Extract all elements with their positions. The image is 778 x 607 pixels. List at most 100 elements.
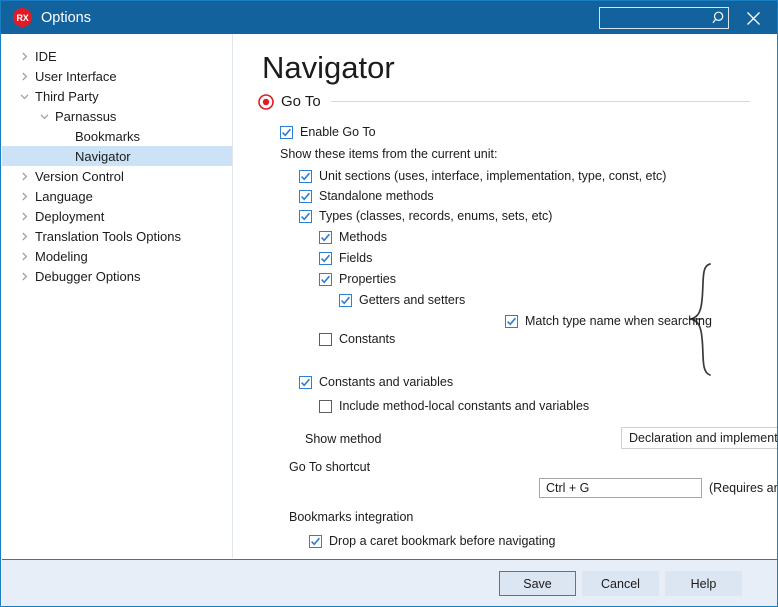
cancel-button[interactable]: Cancel [582,571,659,596]
search-input[interactable] [604,8,712,28]
settings-panel: Navigator Go To Enable Go To Show these … [233,34,778,558]
title-bar: RX Options [1,1,777,34]
show-method-value: Declaration and implementation [629,431,778,445]
checkbox-standalone-methods[interactable]: Standalone methods [299,189,434,203]
show-method-select[interactable]: Declaration and implementation [621,427,778,449]
checkbox-label: Unit sections (uses, interface, implemen… [319,169,667,183]
checkbox-methods[interactable]: Methods [319,230,387,244]
checkbox-box[interactable] [339,293,352,307]
sidebar-item-version-control[interactable]: Version Control [2,166,232,186]
sidebar-item-label: Bookmarks [75,128,141,144]
checkbox-box[interactable] [319,251,332,265]
rx-logo-text: RX [16,12,29,23]
checkbox-constants[interactable]: Constants [319,332,395,346]
help-button[interactable]: Help [665,571,742,596]
chevron-right-icon[interactable] [16,208,32,224]
checkbox-enable-go-to[interactable]: Enable Go To [280,125,376,139]
chevron-down-icon[interactable] [16,88,32,104]
sidebar-item-user-interface[interactable]: User Interface [2,66,232,86]
checkbox-box[interactable] [319,230,332,244]
chevron-right-icon[interactable] [16,268,32,284]
chevron-right-icon[interactable] [16,228,32,244]
checkbox-label: Enable Go To [300,125,376,139]
bullseye-icon [258,93,274,110]
bookmarks-integration-label: Bookmarks integration [289,510,414,524]
section-divider [330,101,750,102]
checkbox-label: Properties [339,272,396,286]
sidebar-item-label: Navigator [75,148,131,164]
sidebar-item-label: IDE [35,48,57,64]
sidebar-item-deployment[interactable]: Deployment [2,206,232,226]
checkbox-label: Constants and variables [319,375,454,389]
options-window: RX Options IDE User Interface Third Party P… [0,0,778,607]
checkbox-label: Fields [339,251,373,265]
checkbox-label: Methods [339,230,387,244]
sidebar-item-language[interactable]: Language [2,186,232,206]
sidebar-item-third-party[interactable]: Third Party [2,86,232,106]
checkbox-unit-sections-uses-interface-implementat[interactable]: Unit sections (uses, interface, implemen… [299,169,666,183]
go-to-shortcut-input[interactable] [539,478,702,498]
restart-hint: (Requires an IDE restart to take effect.… [709,481,777,495]
section-header-go-to: Go To [258,93,750,110]
close-button[interactable] [741,6,765,30]
checkbox-label: Match type name when searching [525,314,712,328]
chevron-right-icon[interactable] [16,188,32,204]
sidebar-item-bookmarks[interactable]: Bookmarks [2,126,232,146]
checkbox-fields[interactable]: Fields [319,251,372,265]
sidebar-item-label: Third Party [35,88,99,104]
sidebar-item-navigator[interactable]: Navigator [2,146,232,166]
checkbox-label: Drop a caret bookmark before navigating [329,534,556,548]
sidebar-item-parnassus[interactable]: Parnassus [2,106,232,126]
sidebar-tree[interactable]: IDE User Interface Third Party Parnassus Boo… [2,34,233,558]
checkbox-box[interactable] [319,332,332,346]
show-items-label: Show these items from the current unit: [280,147,498,161]
checkbox-include-method-local-constants-and-varia[interactable]: Include method-local constants and varia… [319,399,589,413]
search-box[interactable] [599,7,729,29]
chevron-right-icon[interactable] [16,48,32,64]
chevron-right-icon[interactable] [16,68,32,84]
checkbox-box[interactable] [280,125,293,139]
checkbox-label: Types (classes, records, enums, sets, et… [319,209,553,223]
checkbox-label: Include method-local constants and varia… [339,399,590,413]
checkbox-match-type-name[interactable]: Match type name when searching [505,314,712,328]
checkbox-box[interactable] [319,272,332,286]
section-title: Go To [281,93,321,110]
chevron-down-icon[interactable] [36,108,52,124]
save-button[interactable]: Save [499,571,576,596]
checkbox-properties[interactable]: Properties [319,272,396,286]
sidebar-item-label: Parnassus [55,108,117,124]
sidebar-item-label: Version Control [35,168,124,184]
sidebar-item-ide[interactable]: IDE [2,46,232,66]
checkbox-box[interactable] [299,375,312,389]
checkbox-constants-and-variables[interactable]: Constants and variables [299,375,453,389]
go-to-shortcut-label: Go To shortcut [289,460,371,474]
checkbox-box[interactable] [299,189,312,203]
checkbox-types-classes-records-enums-sets-etc[interactable]: Types (classes, records, enums, sets, et… [299,209,552,223]
sidebar-item-debugger-options[interactable]: Debugger Options [2,266,232,286]
sidebar-item-translation-tools-options[interactable]: Translation Tools Options [2,226,232,246]
chevron-right-icon[interactable] [16,168,32,184]
checkbox-drop-caret-bookmark[interactable]: Drop a caret bookmark before navigating [309,534,556,548]
chevron-right-icon[interactable] [16,248,32,264]
checkbox-label: Standalone methods [319,189,434,203]
sidebar-item-label: User Interface [35,68,117,84]
checkbox-getters-and-setters[interactable]: Getters and setters [339,293,465,307]
checkbox-box[interactable] [299,169,312,183]
checkbox-box[interactable] [505,314,518,328]
search-icon[interactable] [712,10,728,26]
checkbox-label: Constants [339,332,396,346]
sidebar-item-label: Language [35,188,93,204]
checkbox-box[interactable] [309,534,322,548]
sidebar-item-label: Deployment [35,208,105,224]
checkbox-box[interactable] [319,399,332,413]
sidebar-item-label: Modeling [35,248,88,264]
page-title: Navigator [262,50,395,85]
window-title: Options [41,9,91,26]
sidebar-item-label: Translation Tools Options [35,228,181,244]
checkbox-label: Getters and setters [359,293,466,307]
checkbox-box[interactable] [299,209,312,223]
sidebar-item-modeling[interactable]: Modeling [2,246,232,266]
dialog-footer: Save Cancel Help [2,559,777,606]
